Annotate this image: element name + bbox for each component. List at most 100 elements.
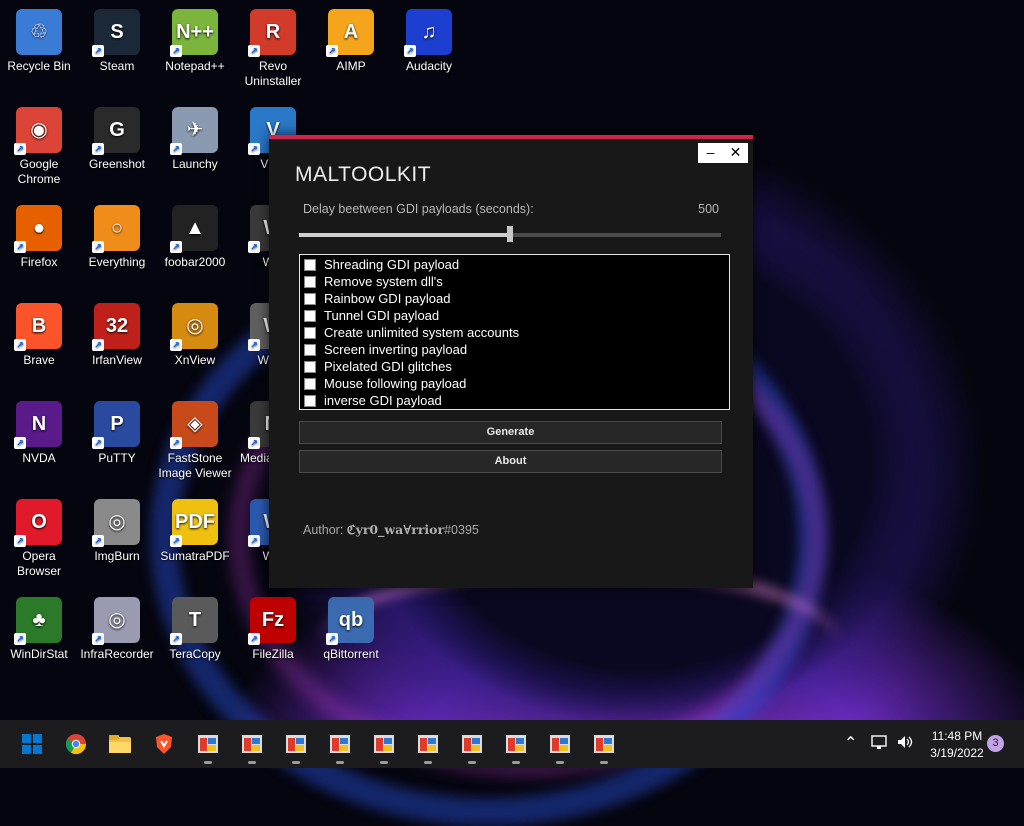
desktop-icon-imgburn[interactable]: ◎ ↗ ImgBurn <box>78 497 156 564</box>
payload-option-label: Pixelated GDI glitches <box>324 359 452 374</box>
desktop-icon-irfanview[interactable]: 32 ↗ IrfanView <box>78 301 156 368</box>
payload-option[interactable]: Pixelated GDI glitches <box>304 358 452 375</box>
desktop-icon-opera-browser[interactable]: O ↗ Opera Browser <box>0 497 78 579</box>
shortcut-arrow-icon: ↗ <box>170 241 182 253</box>
taskbar-app-window-icon[interactable] <box>502 730 530 764</box>
app-icon: Fz ↗ <box>248 597 296 645</box>
shortcut-arrow-icon: ↗ <box>170 339 182 351</box>
checkbox[interactable] <box>304 360 316 373</box>
checkbox[interactable] <box>304 377 316 390</box>
author-prefix: Author: <box>303 523 344 537</box>
desktop-icon-label: ImgBurn <box>94 549 140 563</box>
delay-slider[interactable] <box>299 226 721 242</box>
shortcut-arrow-icon: ↗ <box>92 633 104 645</box>
taskbar-app-window-icon[interactable] <box>282 730 310 764</box>
shortcut-arrow-icon: ↗ <box>170 143 182 155</box>
taskbar-app-window-icon[interactable] <box>194 730 222 764</box>
show-hidden-icons-chevron-icon[interactable]: ⌃ <box>844 733 857 753</box>
close-button[interactable]: ✕ <box>723 143 748 163</box>
desktop-icon-label: foobar2000 <box>164 255 226 269</box>
desktop-icon-label: Everything <box>88 255 146 269</box>
app-icon: 32 ↗ <box>92 303 140 351</box>
checkbox[interactable] <box>304 275 316 288</box>
about-button[interactable]: About <box>299 450 722 473</box>
desktop-icon-infrarecorder[interactable]: ◎ ↗ InfraRecorder <box>78 595 156 662</box>
shortcut-arrow-icon: ↗ <box>14 339 26 351</box>
desktop-icon-brave[interactable]: B ↗ Brave <box>0 301 78 368</box>
desktop-icon-putty[interactable]: P ↗ PuTTY <box>78 399 156 466</box>
checkbox[interactable] <box>304 309 316 322</box>
payload-option[interactable]: Rainbow GDI payload <box>304 290 450 307</box>
taskbar-chrome-icon[interactable] <box>62 730 90 758</box>
taskbar-file-explorer-icon[interactable] <box>106 730 134 758</box>
desktop-icon-google-chrome[interactable]: ◉ ↗ Google Chrome <box>0 105 78 187</box>
payload-option[interactable]: Tunnel GDI payload <box>304 307 439 324</box>
payload-option[interactable]: Remove system dll's <box>304 273 443 290</box>
desktop-icon-firefox[interactable]: ● ↗ Firefox <box>0 203 78 270</box>
shortcut-arrow-icon: ↗ <box>248 633 260 645</box>
desktop-icon-revo-uninstaller[interactable]: R ↗ Revo Uninstaller <box>234 7 312 89</box>
checkbox[interactable] <box>304 394 316 407</box>
desktop-icon-recycle-bin[interactable]: ♲ Recycle Bin <box>0 7 78 74</box>
desktop-icon-label: Opera Browser <box>16 549 61 578</box>
payload-option[interactable]: inverse GDI payload <box>304 392 442 409</box>
desktop-icon-notepad-[interactable]: N++ ↗ Notepad++ <box>156 7 234 74</box>
running-indicator <box>204 761 212 764</box>
slider-thumb[interactable] <box>507 226 513 242</box>
taskbar-app-window-icon[interactable] <box>546 730 574 764</box>
desktop-icon-audacity[interactable]: ♫ ↗ Audacity <box>390 7 468 74</box>
desktop-icon-everything[interactable]: ○ ↗ Everything <box>78 203 156 270</box>
desktop-icon-launchy[interactable]: ✈ ↗ Launchy <box>156 105 234 172</box>
network-icon[interactable] <box>871 734 889 755</box>
shortcut-arrow-icon: ↗ <box>248 339 260 351</box>
running-indicator <box>556 761 564 764</box>
payload-option[interactable]: Shreading GDI payload <box>304 256 459 273</box>
payload-option-label: Screen inverting payload <box>324 342 468 357</box>
running-indicator <box>512 761 520 764</box>
volume-icon[interactable] <box>896 734 914 755</box>
checkbox[interactable] <box>304 292 316 305</box>
desktop-icon-faststone-image-viewer[interactable]: ◈ ↗ FastStone Image Viewer <box>156 399 234 481</box>
app-icon: ✈ ↗ <box>170 107 218 155</box>
desktop-icon-teracopy[interactable]: T ↗ TeraCopy <box>156 595 234 662</box>
payload-option[interactable]: Create unlimited system accounts <box>304 324 519 341</box>
taskbar-app-window-icon[interactable] <box>238 730 266 764</box>
desktop-icon-xnview[interactable]: ◎ ↗ XnView <box>156 301 234 368</box>
app-icon: T ↗ <box>170 597 218 645</box>
desktop-icon-aimp[interactable]: A ↗ AIMP <box>312 7 390 74</box>
taskbar-app-window-icon[interactable] <box>458 730 486 764</box>
shortcut-arrow-icon: ↗ <box>248 45 260 57</box>
desktop-icon-filezilla[interactable]: Fz ↗ FileZilla <box>234 595 312 662</box>
generate-button[interactable]: Generate <box>299 421 722 444</box>
taskbar-start-icon[interactable] <box>18 730 46 758</box>
payload-option-label: Shreading GDI payload <box>324 257 460 272</box>
checkbox[interactable] <box>304 258 316 271</box>
payload-option[interactable]: Screen inverting payload <box>304 341 467 358</box>
taskbar-brave-icon[interactable] <box>150 730 178 758</box>
desktop-icon-steam[interactable]: S ↗ Steam <box>78 7 156 74</box>
notification-badge[interactable]: 3 <box>987 735 1004 752</box>
checkbox[interactable] <box>304 326 316 339</box>
app-icon: R ↗ <box>248 9 296 57</box>
taskbar-app-window-icon[interactable] <box>326 730 354 764</box>
taskbar-app-window-icon[interactable] <box>590 730 618 764</box>
desktop-icon-label: InfraRecorder <box>80 647 154 661</box>
payload-option[interactable]: Mouse following payload <box>304 375 466 392</box>
desktop-icon-foobar2000[interactable]: ▲ ↗ foobar2000 <box>156 203 234 270</box>
shortcut-arrow-icon: ↗ <box>326 633 338 645</box>
desktop-icon-nvda[interactable]: N ↗ NVDA <box>0 399 78 466</box>
taskbar-app-window-icon[interactable] <box>414 730 442 764</box>
taskbar-app-window-icon[interactable] <box>370 730 398 764</box>
clock[interactable]: 11:48 PM 3/19/2022 <box>918 728 996 762</box>
desktop-icon-windirstat[interactable]: ♣ ↗ WinDirStat <box>0 595 78 662</box>
author-tag: #0395 <box>444 523 479 537</box>
desktop-icon-sumatrapdf[interactable]: PDF ↗ SumatraPDF <box>156 497 234 564</box>
delay-value: 500 <box>698 202 719 216</box>
desktop-icon-qbittorrent[interactable]: qb ↗ qBittorrent <box>312 595 390 662</box>
desktop-icon-greenshot[interactable]: G ↗ Greenshot <box>78 105 156 172</box>
minimize-button[interactable]: – <box>698 143 723 163</box>
app-icon: N++ ↗ <box>170 9 218 57</box>
shortcut-arrow-icon: ↗ <box>248 437 260 449</box>
checkbox[interactable] <box>304 343 316 356</box>
shortcut-arrow-icon: ↗ <box>14 143 26 155</box>
